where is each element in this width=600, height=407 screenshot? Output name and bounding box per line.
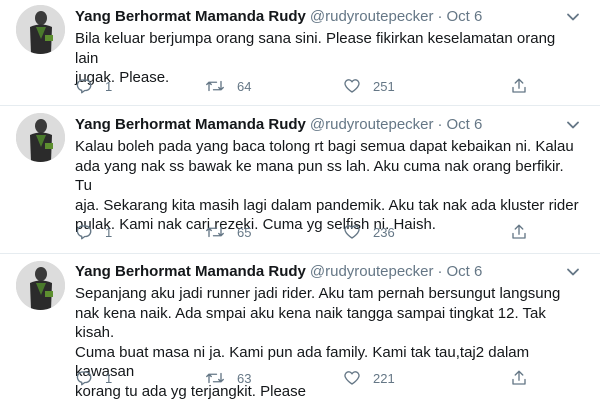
like-button[interactable]: 236 (343, 222, 395, 242)
separator-dot: · (437, 8, 443, 25)
avatar[interactable] (16, 113, 65, 162)
share-icon (512, 78, 526, 93)
retweet-button[interactable]: 65 (205, 222, 251, 242)
tweet-1[interactable]: Yang Berhormat Mamanda Rudy @rudyroutepec… (0, 0, 600, 106)
tweet-header: Yang Berhormat Mamanda Rudy @rudyroutepec… (75, 115, 482, 135)
like-count: 236 (373, 224, 395, 240)
tweet-date[interactable]: Oct 6 (447, 116, 483, 133)
display-name[interactable]: Yang Berhormat Mamanda Rudy (75, 263, 306, 280)
user-handle[interactable]: @rudyroutepecker (310, 263, 434, 280)
tweet-text: Kalau boleh pada yang baca tolong rt bag… (75, 138, 579, 233)
heart-icon (344, 371, 360, 385)
share-button[interactable] (510, 76, 540, 96)
reply-button[interactable]: 1 (75, 222, 112, 242)
retweet-button[interactable]: 63 (205, 368, 251, 388)
retweet-icon (206, 80, 224, 92)
reply-button[interactable]: 1 (75, 368, 112, 388)
reply-icon (76, 371, 92, 386)
tweet-actions: 1 65 236 (75, 222, 545, 242)
chevron-down-icon[interactable] (564, 116, 582, 134)
reply-count: 1 (105, 78, 113, 94)
avatar[interactable] (16, 261, 65, 310)
share-button[interactable] (510, 222, 540, 242)
tweet-header: Yang Berhormat Mamanda Rudy @rudyroutepec… (75, 7, 482, 27)
reply-icon (76, 225, 92, 240)
share-icon (512, 370, 526, 385)
heart-icon (344, 225, 360, 239)
like-button[interactable]: 221 (343, 368, 395, 388)
like-button[interactable]: 251 (343, 76, 395, 96)
retweet-icon (206, 372, 224, 384)
retweet-count: 65 (237, 224, 252, 240)
reply-button[interactable]: 1 (75, 76, 112, 96)
tweet-header: Yang Berhormat Mamanda Rudy @rudyroutepec… (75, 262, 482, 282)
tweet-actions: 1 63 221 (75, 368, 545, 388)
share-button[interactable] (510, 368, 540, 388)
retweet-button[interactable]: 64 (205, 76, 251, 96)
display-name[interactable]: Yang Berhormat Mamanda Rudy (75, 8, 306, 25)
tweet-date[interactable]: Oct 6 (447, 263, 483, 280)
retweet-count: 64 (237, 78, 252, 94)
avatar[interactable] (16, 5, 65, 54)
separator-dot: · (437, 263, 443, 280)
tweet-date[interactable]: Oct 6 (447, 8, 483, 25)
like-count: 221 (373, 370, 395, 386)
display-name[interactable]: Yang Berhormat Mamanda Rudy (75, 116, 306, 133)
retweet-icon (206, 226, 224, 238)
like-count: 251 (373, 78, 395, 94)
share-icon (512, 224, 526, 239)
tweet-2[interactable]: Yang Berhormat Mamanda Rudy @rudyroutepec… (0, 106, 600, 254)
chevron-down-icon[interactable] (564, 8, 582, 26)
chevron-down-icon[interactable] (564, 263, 582, 281)
reply-count: 1 (105, 370, 113, 386)
user-handle[interactable]: @rudyroutepecker (310, 116, 434, 133)
user-handle[interactable]: @rudyroutepecker (310, 8, 434, 25)
retweet-count: 63 (237, 370, 252, 386)
tweet-3[interactable]: Yang Berhormat Mamanda Rudy @rudyroutepec… (0, 254, 600, 407)
separator-dot: · (437, 116, 443, 133)
tweet-actions: 1 64 251 (75, 76, 545, 96)
reply-count: 1 (105, 224, 113, 240)
tweet-feed: Yang Berhormat Mamanda Rudy @rudyroutepec… (0, 0, 600, 407)
heart-icon (344, 79, 360, 93)
reply-icon (76, 79, 92, 94)
